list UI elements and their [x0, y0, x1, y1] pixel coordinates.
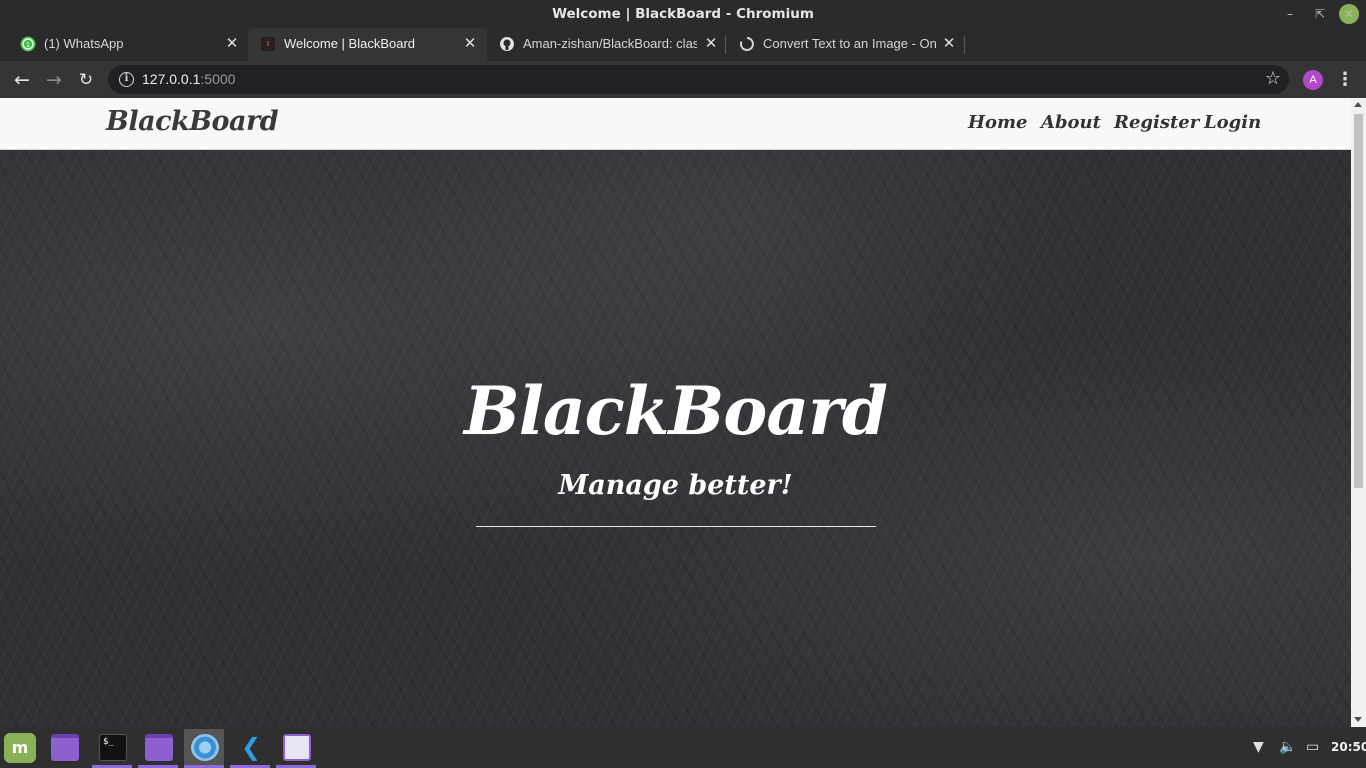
battery-icon[interactable]: ▭ [1306, 739, 1319, 755]
window-titlebar: Welcome | BlackBoard - Chromium – ⇱ ✕ [0, 0, 1366, 28]
taskbar-files[interactable] [44, 729, 84, 768]
url-host: 127.0.0.1 [142, 71, 201, 87]
scroll-up-arrow-icon[interactable] [1354, 102, 1362, 107]
folder-icon [145, 734, 173, 761]
clock[interactable]: 20:50 [1331, 740, 1366, 754]
os-taskbar: m $_ ❮ ▼ 🔈 ▭ 20:50 [0, 727, 1366, 768]
back-button[interactable]: ← [9, 67, 35, 93]
page-scrollbar[interactable] [1351, 98, 1366, 727]
volume-icon[interactable]: 🔈 [1279, 739, 1296, 755]
tab-separator [725, 36, 726, 54]
minimize-icon[interactable]: – [1280, 4, 1300, 24]
github-icon [500, 37, 514, 51]
tab-close-icon[interactable]: ✕ [462, 35, 478, 53]
page-favicon-icon [261, 37, 275, 51]
tab-close-icon[interactable]: ✕ [703, 35, 719, 53]
terminal-icon: $_ [99, 734, 127, 761]
tab-github[interactable]: Aman-zishan/BlackBoard: class ✕ [487, 28, 726, 61]
tab-close-icon[interactable]: ✕ [224, 35, 240, 53]
close-window-icon[interactable]: ✕ [1339, 4, 1359, 24]
nav-link-about[interactable]: About [1041, 112, 1101, 133]
browser-toolbar: ← → ↻ i 127.0.0.1:5000 ☆ A ⋮ [0, 61, 1366, 98]
taskbar-files-running[interactable] [138, 729, 178, 768]
profile-avatar[interactable]: A [1303, 70, 1323, 90]
tab-label: Convert Text to an Image - Onli [763, 36, 937, 51]
page-viewport: BlackBoard Home About Register Login Bla… [0, 98, 1351, 727]
tab-separator [964, 36, 965, 54]
scroll-down-arrow-icon[interactable] [1354, 717, 1362, 722]
mint-logo-icon: m [4, 733, 36, 763]
window-title: Welcome | BlackBoard - Chromium [552, 6, 814, 22]
url-text[interactable]: 127.0.0.1:5000 [142, 71, 235, 87]
vscode-icon: ❮ [240, 733, 262, 761]
site-info-icon[interactable]: i [119, 72, 134, 87]
taskbar-chromium[interactable] [184, 729, 224, 768]
tab-label: Welcome | BlackBoard [284, 36, 416, 51]
browser-menu-icon[interactable]: ⋮ [1336, 67, 1354, 93]
site-brand[interactable]: BlackBoard [106, 106, 279, 137]
address-bar[interactable]: i 127.0.0.1:5000 ☆ [108, 65, 1289, 94]
hero-subtitle: Manage better! [558, 470, 793, 501]
tab-strip: 1 (1) WhatsApp ✕ Welcome | BlackBoard ✕ … [0, 28, 1366, 82]
site-navbar: BlackBoard Home About Register Login [0, 98, 1351, 150]
whatsapp-icon: 1 [20, 36, 36, 52]
svg-text:1: 1 [26, 41, 30, 49]
chromium-icon [191, 734, 219, 761]
hero-divider [476, 526, 876, 527]
tab-close-icon[interactable]: ✕ [941, 35, 957, 53]
tab-whatsapp[interactable]: 1 (1) WhatsApp ✕ [8, 28, 247, 61]
bookmark-star-icon[interactable]: ☆ [1265, 68, 1281, 89]
tab-convert-text[interactable]: Convert Text to an Image - Onli ✕ [727, 28, 965, 61]
start-menu-button[interactable]: m [0, 729, 40, 768]
reload-button[interactable]: ↻ [73, 67, 99, 93]
nav-link-login[interactable]: Login [1204, 112, 1261, 133]
tab-label: (1) WhatsApp [44, 36, 124, 51]
scrollbar-thumb[interactable] [1354, 114, 1363, 488]
taskbar-text-editor[interactable] [276, 729, 316, 768]
folder-icon [51, 734, 79, 761]
nav-link-register[interactable]: Register [1114, 112, 1199, 133]
nav-link-home[interactable]: Home [968, 112, 1028, 133]
maximize-icon[interactable]: ⇱ [1310, 4, 1330, 24]
wifi-icon[interactable]: ▼ [1253, 739, 1264, 755]
forward-button[interactable]: → [41, 67, 67, 93]
chalkboard-hero: BlackBoard Manage better! [0, 150, 1351, 727]
text-editor-icon [283, 734, 311, 761]
url-port: :5000 [200, 71, 236, 87]
tab-label: Aman-zishan/BlackBoard: class [523, 36, 697, 51]
hero-title: BlackBoard [463, 372, 888, 450]
taskbar-terminal[interactable]: $_ [92, 729, 132, 768]
tab-blackboard[interactable]: Welcome | BlackBoard ✕ [248, 28, 487, 61]
loading-spinner-icon [739, 37, 754, 51]
taskbar-vscode[interactable]: ❮ [230, 729, 270, 768]
